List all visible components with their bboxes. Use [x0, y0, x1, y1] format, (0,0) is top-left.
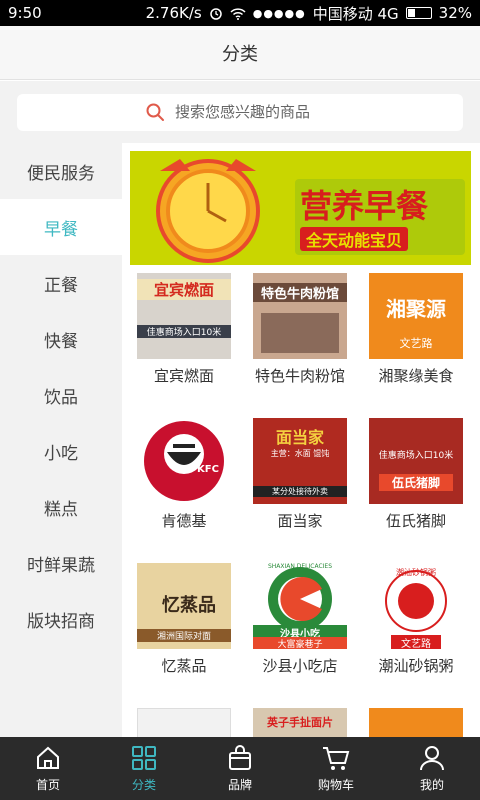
shop-thumb: 佳惠商场入口10米 伍氏猪脚	[369, 418, 463, 504]
shop-thumb: KFC	[137, 418, 231, 504]
shop-item-wushi[interactable]: 佳惠商场入口10米 伍氏猪脚 伍氏猪脚	[358, 418, 474, 530]
carrier-label: 中国移动 4G	[312, 4, 399, 23]
shop-name: 伍氏猪脚	[385, 512, 446, 530]
shop-thumb	[137, 708, 231, 737]
shop-item-yibin[interactable]: 宜宾燃面 佳惠商场入口10米 宜宾燃面	[126, 273, 242, 385]
breakfast-banner[interactable]: 营养早餐 全天动能宝贝	[130, 151, 471, 265]
banner-subtitle: 全天动能宝贝	[300, 227, 409, 251]
shop-item-beef-noodle[interactable]: 特色牛肉粉馆 特色牛肉粉馆	[242, 273, 358, 385]
shop-name: 宜宾燃面	[153, 367, 214, 385]
banner-title: 营养早餐	[300, 187, 429, 225]
home-icon	[37, 746, 59, 769]
shop-item-shaxian[interactable]: 沙县小吃 大富豪巷子 SHAXIAN DELICACIES 沙县小吃店	[242, 563, 358, 675]
search-bar	[0, 81, 480, 143]
wifi-icon	[230, 7, 246, 20]
shop-item-partial-2[interactable]: 英子手扯面片	[242, 708, 358, 737]
nav-cart[interactable]: 购物车	[288, 737, 384, 800]
alarm-icon	[209, 8, 222, 20]
sidebar-item-snacks[interactable]: 小吃	[0, 423, 122, 479]
bag-icon	[229, 745, 251, 770]
status-bar: 9:50 2.76K/s ●●●●● 中国移动 4G 32%	[0, 0, 480, 26]
page-title: 分类	[222, 43, 258, 65]
shop-item-kfc[interactable]: KFC 肯德基	[126, 418, 242, 530]
sidebar-item-merchant-recruit[interactable]: 版块招商	[0, 591, 122, 647]
kfc-logo	[144, 421, 224, 501]
nav-brand[interactable]: 品牌	[192, 737, 288, 800]
shop-item-partial-3[interactable]	[358, 708, 474, 737]
shop-thumb: 特色牛肉粉馆	[253, 273, 347, 359]
battery-label: 32%	[438, 4, 472, 22]
search-box[interactable]	[17, 93, 463, 131]
search-input[interactable]	[175, 103, 335, 121]
shop-thumb: 沙县小吃 大富豪巷子 SHAXIAN DELICACIES	[253, 563, 347, 649]
category-content: 营养早餐 全天动能宝贝 宜宾燃面 佳惠商场入口10米 宜宾燃面 特色牛肉粉馆 特…	[122, 143, 480, 737]
nav-category[interactable]: 分类	[96, 737, 192, 800]
cart-icon	[323, 747, 350, 770]
shop-thumb: 宜宾燃面 佳惠商场入口10米	[137, 273, 231, 359]
shop-thumb	[369, 708, 463, 737]
shop-item-chaoshan[interactable]: 潮汕砂锅粥 文艺路 潮汕砂锅粥	[358, 563, 474, 675]
shop-thumb: 忆蒸品 湘洲国际对面	[137, 563, 231, 649]
signal-icon: ●●●●●	[252, 6, 306, 20]
battery-icon	[405, 7, 432, 19]
sidebar-item-fast-food[interactable]: 快餐	[0, 311, 122, 367]
network-speed: 2.76K/s	[145, 4, 202, 22]
shop-name: 面当家	[277, 512, 323, 530]
user-icon	[420, 746, 444, 771]
shop-name: 特色牛肉粉馆	[254, 367, 345, 385]
shop-name: 肯德基	[161, 512, 207, 530]
grid-icon	[132, 746, 156, 770]
bottom-nav: 首页 分类 品牌 购物车 我的	[0, 737, 480, 800]
nav-mine[interactable]: 我的	[384, 737, 480, 800]
shop-thumb: 湘聚源 文艺路	[369, 273, 463, 359]
shop-name: 潮汕砂锅粥	[378, 657, 454, 675]
shop-item-yizhengpin[interactable]: 忆蒸品 湘洲国际对面 忆蒸品	[126, 563, 242, 675]
shop-name: 湘聚缘美食	[378, 367, 454, 385]
shop-thumb: 英子手扯面片	[253, 708, 347, 737]
sidebar-item-breakfast[interactable]: 早餐	[0, 199, 122, 255]
shop-name: 忆蒸品	[161, 657, 207, 675]
category-sidebar: 便民服务 早餐 正餐 快餐 饮品 小吃 糕点 时鲜果蔬 版块招商	[0, 143, 122, 737]
shop-thumb: 面当家 主营：水面 馄饨 某分处接待外卖	[253, 418, 347, 504]
shop-item-miandangjia[interactable]: 面当家 主营：水面 馄饨 某分处接待外卖 面当家	[242, 418, 358, 530]
sidebar-item-bianmin[interactable]: 便民服务	[0, 143, 122, 199]
shop-item-partial-1[interactable]	[126, 708, 242, 737]
shop-name: 沙县小吃店	[262, 657, 338, 675]
sidebar-item-drinks[interactable]: 饮品	[0, 367, 122, 423]
sidebar-item-pastry[interactable]: 糕点	[0, 479, 122, 535]
status-time: 9:50	[8, 4, 42, 22]
nav-home[interactable]: 首页	[0, 737, 96, 800]
search-icon	[146, 103, 164, 121]
page-header: 分类	[0, 26, 480, 80]
sidebar-item-main-meal[interactable]: 正餐	[0, 255, 122, 311]
shop-item-xiangjuyuan[interactable]: 湘聚源 文艺路 湘聚缘美食	[358, 273, 474, 385]
sidebar-item-fresh-produce[interactable]: 时鲜果蔬	[0, 535, 122, 591]
shop-thumb: 潮汕砂锅粥 文艺路	[369, 563, 463, 649]
